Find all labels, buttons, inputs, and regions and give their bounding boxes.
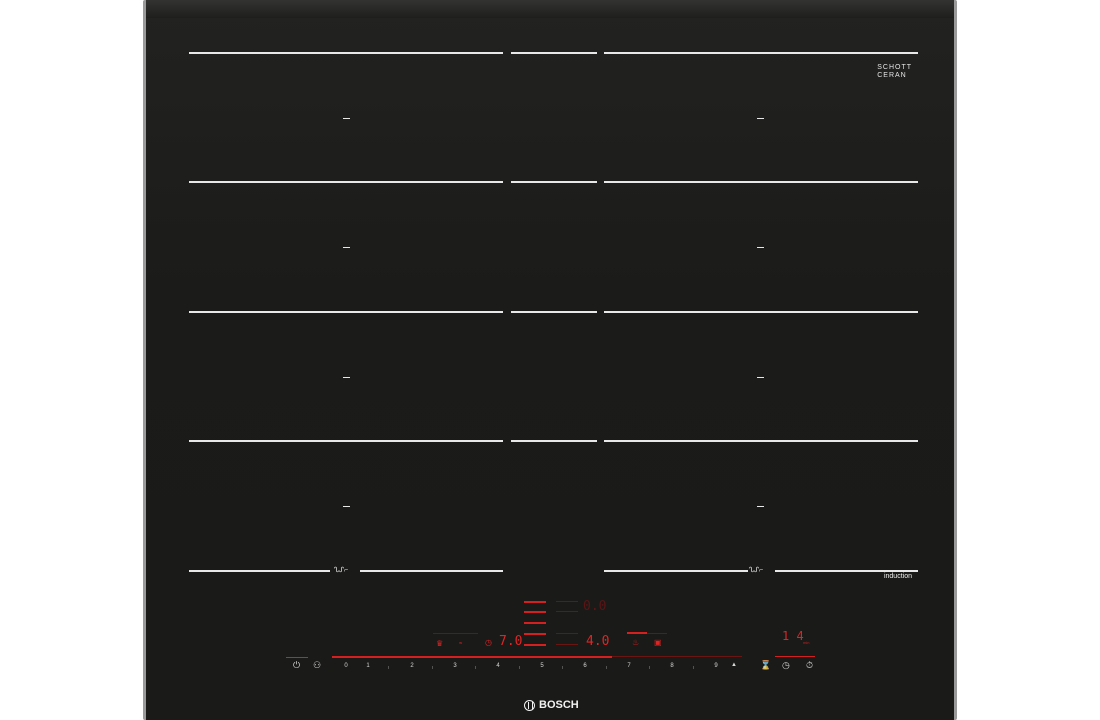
- zone-line: [189, 52, 503, 54]
- schott-ceran-logo: SCHOTT CERAN: [877, 64, 912, 79]
- zone-center-mark: [343, 247, 350, 248]
- zone-line: [604, 311, 918, 313]
- power-level-8[interactable]: 8: [668, 663, 676, 669]
- power-level-4[interactable]: 4: [494, 663, 502, 669]
- power-level-3[interactable]: 3: [451, 663, 459, 669]
- rear-zone-display: 0.0: [583, 599, 607, 614]
- bosch-logo: BOSCH: [524, 699, 614, 711]
- zone-line: [189, 311, 503, 313]
- scale-tick: ı: [606, 665, 608, 671]
- flex-icon[interactable]: ≈: [459, 640, 462, 648]
- zone-center-mark: [757, 506, 764, 507]
- scale-tick: ı: [475, 665, 477, 671]
- zone-line: [360, 570, 503, 572]
- level-bar: [524, 622, 546, 624]
- child-lock-icon[interactable]: ⚇: [313, 661, 321, 670]
- power-slider-track[interactable]: [612, 656, 742, 657]
- power-level-7[interactable]: 7: [625, 663, 633, 669]
- zone-line: [511, 181, 597, 183]
- level-bar-dim: [556, 633, 578, 634]
- zone-select-bar: [433, 633, 478, 634]
- zone-line: [604, 440, 918, 442]
- zone-line: [604, 181, 918, 183]
- zone-center-mark: [343, 377, 350, 378]
- induction-hob: ᔐᔑ⌐ ᔐᔑ⌐ SCHOTT CERAN induction 0.0 ♛ ≈ ◷…: [143, 0, 957, 720]
- scale-tick: ı: [432, 665, 434, 671]
- level-bar-dim: [556, 644, 578, 645]
- zone-line: [511, 52, 597, 54]
- level-bar: [524, 644, 546, 646]
- zone-line: [189, 440, 503, 442]
- timer-unit: min: [803, 640, 810, 645]
- zone-line: [511, 311, 597, 313]
- power-slider-track-active[interactable]: [332, 656, 612, 658]
- timer-icon[interactable]: ◷: [485, 639, 492, 647]
- zone-line: [189, 181, 503, 183]
- power-icon[interactable]: ⏻: [293, 661, 300, 670]
- power-level-1[interactable]: 1: [364, 663, 372, 669]
- flex-zone-icon: ᔐᔑ⌐: [334, 567, 349, 574]
- timer-bar: [775, 656, 815, 657]
- boost-icon[interactable]: ▲: [731, 661, 737, 670]
- power-level-0[interactable]: 0: [342, 663, 350, 669]
- level-bar: [524, 633, 546, 635]
- keep-warm-icon[interactable]: ♨: [632, 639, 639, 647]
- zone-center-mark: [757, 247, 764, 248]
- scale-tick: ı: [649, 665, 651, 671]
- level-bar-dim: [556, 611, 578, 612]
- glass-top-edge: [146, 0, 954, 18]
- scale-tick: ı: [693, 665, 695, 671]
- level-bar-dim: [556, 601, 578, 602]
- power-indicator: [286, 657, 308, 658]
- clock-icon[interactable]: ◷: [782, 661, 790, 670]
- level-bar: [524, 611, 546, 613]
- zone-select-bar: [627, 632, 647, 634]
- induction-label: induction: [883, 573, 912, 580]
- zone-center-mark: [343, 506, 350, 507]
- zone-line: [189, 570, 330, 572]
- flex-zone-icon: ᔐᔑ⌐: [749, 567, 764, 574]
- glass-surface: [146, 0, 954, 720]
- zone-line: [604, 52, 918, 54]
- timer-display: 1 4: [782, 629, 804, 643]
- scale-tick: ı: [562, 665, 564, 671]
- zone-center-mark: [343, 118, 350, 119]
- crown-icon[interactable]: ♛: [436, 640, 443, 648]
- zone-line: [511, 440, 597, 442]
- power-level-2[interactable]: 2: [408, 663, 416, 669]
- scale-tick: ı: [519, 665, 521, 671]
- level-bar: [524, 601, 546, 603]
- zone-select-bar-dim: [647, 633, 667, 634]
- bosch-armature-icon: [524, 699, 535, 711]
- right-zone-level: 4.0: [586, 634, 610, 649]
- zone-center-mark: [757, 118, 764, 119]
- power-level-9[interactable]: 9: [712, 663, 720, 669]
- zone-line: [775, 570, 918, 572]
- power-level-6[interactable]: 6: [581, 663, 589, 669]
- left-zone-level: 7.0: [499, 634, 523, 649]
- zone-center-mark: [757, 377, 764, 378]
- power-level-5[interactable]: 5: [538, 663, 546, 669]
- zone-line: [604, 570, 748, 572]
- scale-tick: ı: [388, 665, 390, 671]
- stopwatch-icon[interactable]: ⏱: [806, 661, 813, 670]
- hourglass-icon[interactable]: ⌛: [760, 661, 771, 670]
- sensor-icon[interactable]: ▣: [654, 639, 662, 647]
